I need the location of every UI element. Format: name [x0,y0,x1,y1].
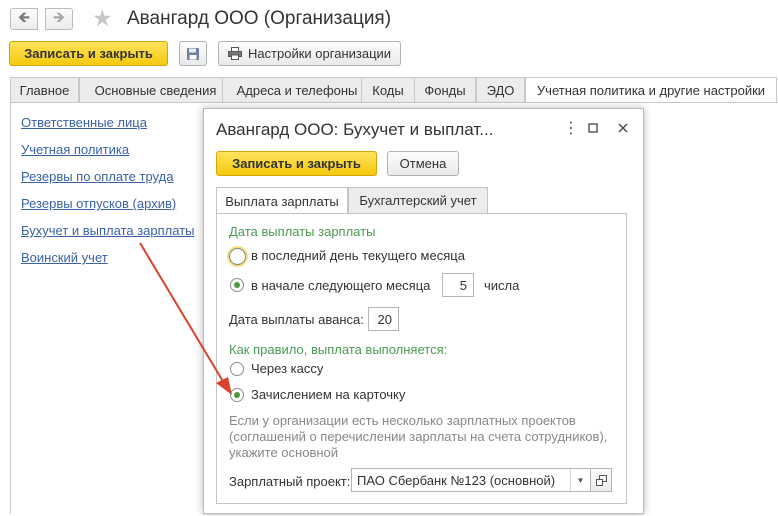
salary-project-value: ПАО Сбербанк №123 (основной) [357,472,556,488]
dialog-title: Авангард ООО: Бухучет и выплат... [216,120,494,139]
salary-project-hint: Если у организации есть несколько зарпла… [229,413,608,460]
advance-date-label: Дата выплаты аванса: [229,312,364,327]
link-accounting-and-salary-payment[interactable]: Бухучет и выплата зарплаты [21,223,195,238]
open-window-icon [595,474,607,486]
organization-settings-label: Настройки организации [247,46,392,61]
floppy-disk-icon [187,47,199,60]
arrow-left-icon: 🡸 [17,8,31,26]
save-and-close-button[interactable]: Записать и закрыть [9,41,168,66]
page-title: Авангард ООО (Организация) [127,8,392,29]
tab-accounting-policy[interactable]: Учетная политика и другие настройки [525,77,777,104]
radio-last-day-label: в последний день текущего месяца [251,248,465,263]
salary-project-label: Зарплатный проект: [229,474,351,489]
advance-date-input[interactable]: 20 [368,307,399,331]
tab-codes[interactable]: Коды [361,77,415,103]
cancel-button[interactable]: Отмена [387,151,459,176]
radio-card-label: Зачислением на карточку [251,387,406,402]
tab-funds[interactable]: Фонды [414,77,476,103]
payment-day-input[interactable]: 5 [442,273,474,297]
arrow-right-icon: 🡺 [52,8,66,26]
radio-card[interactable] [230,388,244,402]
payment-date-group-title: Дата выплаты зарплаты [229,224,376,239]
payment-day-suffix: числа [484,278,520,293]
link-military-registration[interactable]: Воинский учет [21,250,108,265]
organization-settings-button[interactable]: Настройки организации [218,41,401,66]
link-responsible-persons[interactable]: Ответственные лица [21,115,147,130]
close-button[interactable] [614,119,632,137]
printer-icon [227,47,242,60]
tab-edo[interactable]: ЭДО [476,77,525,103]
link-payroll-reserves[interactable]: Резервы по оплате труда [21,169,173,184]
tab-bookkeeping[interactable]: Бухгалтерский учет [348,187,488,214]
more-actions-button[interactable]: ⋮ [562,119,580,137]
more-vertical-icon: ⋮ [563,120,579,137]
radio-last-day[interactable] [229,248,246,265]
accounting-salary-dialog: Авангард ООО: Бухучет и выплат... ⋮ Запи… [203,108,644,514]
salary-project-select[interactable]: ПАО Сбербанк №123 (основной) ▼ [351,468,591,492]
dialog-save-and-close-button[interactable]: Записать и закрыть [216,151,377,176]
link-accounting-policy[interactable]: Учетная политика [21,142,129,157]
tab-basic-info[interactable]: Основные сведения [79,77,232,103]
payment-method-group-title: Как правило, выплата выполняется: [229,342,448,357]
maximize-button[interactable] [584,119,602,137]
link-vacation-reserves[interactable]: Резервы отпусков (архив) [21,196,176,211]
back-button[interactable]: 🡸 [10,8,38,30]
tab-main[interactable]: Главное [10,77,79,103]
radio-next-month[interactable] [230,278,244,292]
radio-cash-label: Через кассу [251,361,324,376]
open-salary-project-button[interactable] [590,468,612,492]
save-button[interactable] [179,41,207,66]
star-icon[interactable]: ★ [92,5,113,32]
radio-next-month-label: в начале следующего месяца [251,278,431,293]
close-icon [618,123,628,133]
salary-payment-panel: Дата выплаты зарплаты в последний день т… [216,213,627,504]
dropdown-arrow-icon[interactable]: ▼ [570,469,590,491]
maximize-icon [588,123,598,133]
tab-salary-payment[interactable]: Выплата зарплаты [216,187,348,215]
tab-addresses-phones[interactable]: Адреса и телефоны [222,77,372,103]
radio-cash[interactable] [230,362,244,376]
main-tabs: Главное Основные сведения Адреса и телеф… [10,77,778,104]
forward-button[interactable]: 🡺 [45,8,73,30]
